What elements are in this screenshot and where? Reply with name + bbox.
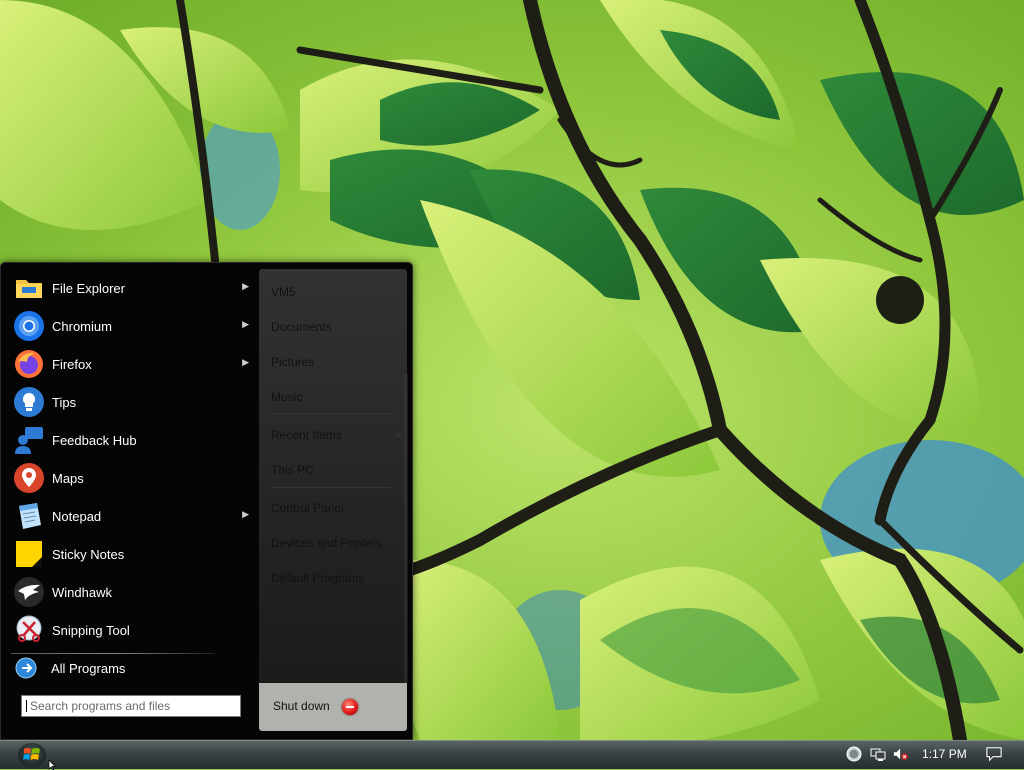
- place-label: This PC: [271, 463, 314, 477]
- map-pin-icon: [13, 462, 45, 494]
- pinned-programs-list: File Explorer ▶ Chromium ▶ Firefox ▶ Tip…: [5, 269, 257, 649]
- submenu-arrow-icon: ▶: [242, 281, 249, 291]
- place-label: Recent Items: [271, 428, 342, 442]
- notepad-icon: [13, 500, 45, 532]
- place-control-panel[interactable]: Control Panel: [271, 497, 399, 519]
- places-list: VM5 Documents Pictures Music Recent Item…: [259, 269, 407, 681]
- scissors-icon: [13, 614, 45, 646]
- windows-logo-icon: [23, 748, 40, 760]
- place-label: VM5: [271, 285, 296, 299]
- mouse-cursor-icon: [48, 760, 56, 770]
- submenu-arrow-icon: ▶: [396, 430, 403, 439]
- program-file-explorer[interactable]: File Explorer ▶: [5, 269, 257, 307]
- program-feedback-hub[interactable]: Feedback Hub: [5, 421, 257, 459]
- place-label: Control Panel: [271, 501, 344, 515]
- place-recent-items[interactable]: Recent Items ▶: [271, 424, 403, 446]
- program-label: Windhawk: [52, 584, 112, 600]
- program-label: Feedback Hub: [52, 432, 137, 448]
- program-label: File Explorer: [52, 280, 125, 296]
- power-icon[interactable]: [342, 699, 358, 715]
- program-firefox[interactable]: Firefox ▶: [5, 345, 257, 383]
- place-label: Pictures: [271, 355, 315, 369]
- all-programs-arrow-icon: [15, 657, 37, 679]
- program-windhawk[interactable]: Windhawk: [5, 573, 257, 611]
- search-input[interactable]: Search programs and files: [21, 695, 241, 717]
- shutdown-area: Shut down: [259, 683, 407, 731]
- program-tips[interactable]: Tips: [5, 383, 257, 421]
- place-label: Default Programs: [271, 571, 365, 585]
- place-documents[interactable]: Documents: [271, 316, 399, 338]
- start-button[interactable]: [0, 741, 78, 770]
- volume-muted-icon[interactable]: [893, 746, 909, 762]
- places-scrollbar[interactable]: [404, 373, 408, 683]
- place-label: Music: [271, 390, 303, 404]
- shutdown-button[interactable]: Shut down: [273, 695, 373, 717]
- program-label: Chromium: [52, 318, 112, 334]
- place-label: Documents: [271, 320, 332, 334]
- place-default-programs[interactable]: Default Programs: [271, 567, 399, 589]
- folder-icon: [13, 272, 45, 304]
- program-snipping-tool[interactable]: Snipping Tool: [5, 611, 257, 649]
- separator: [271, 487, 391, 488]
- windhawk-icon: [13, 576, 45, 608]
- submenu-arrow-icon: ▶: [242, 357, 249, 367]
- place-user-folder[interactable]: VM5: [271, 281, 399, 303]
- program-label: Sticky Notes: [52, 546, 125, 562]
- notification-icon[interactable]: [986, 746, 1002, 762]
- globe-icon[interactable]: [846, 746, 862, 762]
- place-this-pc[interactable]: This PC: [271, 459, 399, 481]
- all-programs-label: All Programs: [51, 660, 126, 676]
- program-label: Maps: [52, 470, 84, 486]
- taskbar: 1:17 PM: [0, 740, 1024, 770]
- program-sticky-notes[interactable]: Sticky Notes: [5, 535, 257, 573]
- shutdown-label: Shut down: [273, 699, 330, 713]
- chromium-icon: [13, 310, 45, 342]
- program-label: Firefox: [52, 356, 92, 372]
- separator: [11, 653, 215, 654]
- program-label: Notepad: [52, 508, 102, 524]
- start-menu: File Explorer ▶ Chromium ▶ Firefox ▶ Tip…: [0, 262, 413, 740]
- separator: [271, 413, 391, 414]
- clock[interactable]: 1:17 PM: [922, 747, 967, 761]
- sticky-note-icon: [13, 538, 45, 570]
- place-label: Devices and Printers: [271, 536, 382, 550]
- feedback-icon: [13, 424, 45, 456]
- program-maps[interactable]: Maps: [5, 459, 257, 497]
- program-notepad[interactable]: Notepad ▶: [5, 497, 257, 535]
- program-label: Tips: [52, 394, 77, 410]
- place-music[interactable]: Music: [271, 386, 399, 408]
- submenu-arrow-icon: ▶: [242, 319, 249, 329]
- place-devices-and-printers[interactable]: Devices and Printers: [271, 532, 399, 554]
- submenu-arrow-icon: ▶: [242, 509, 249, 519]
- all-programs-button[interactable]: All Programs: [5, 655, 257, 681]
- lightbulb-icon: [13, 386, 45, 418]
- firefox-icon: [13, 348, 45, 380]
- program-chromium[interactable]: Chromium ▶: [5, 307, 257, 345]
- network-icon[interactable]: [870, 746, 886, 762]
- place-pictures[interactable]: Pictures: [271, 351, 399, 373]
- program-label: Snipping Tool: [52, 622, 130, 638]
